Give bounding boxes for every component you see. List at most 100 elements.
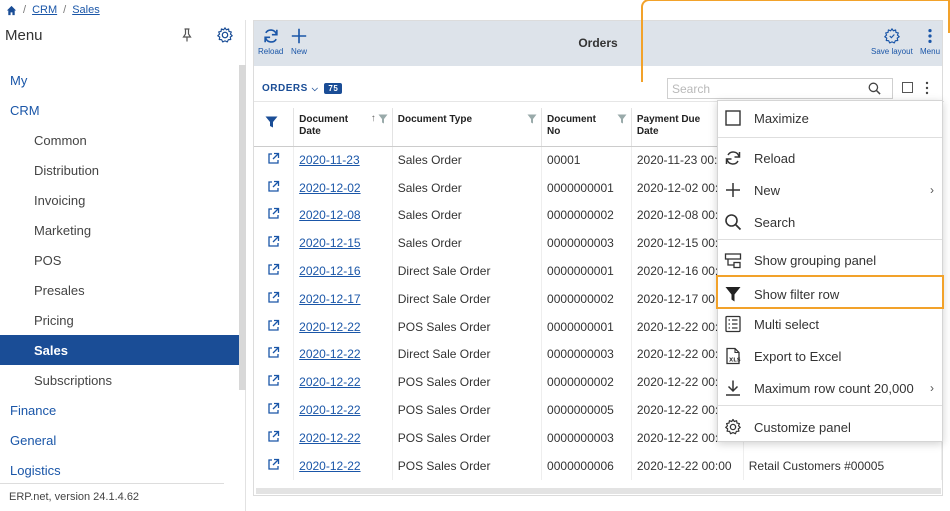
- document-date-link[interactable]: 2020-12-22: [299, 459, 360, 473]
- open-cell[interactable]: [254, 451, 295, 480]
- open-cell[interactable]: [254, 201, 295, 230]
- chevron-down-icon: ⌵: [311, 83, 319, 93]
- sidebar-nav: My CRM Common Distribution Invoicing Marketin…: [0, 65, 239, 485]
- cell-document-no: 00001: [541, 146, 632, 174]
- sidebar-item-general[interactable]: General: [0, 425, 239, 455]
- gear-icon[interactable]: [216, 26, 234, 44]
- column-filter-icon[interactable]: [617, 114, 627, 124]
- sidebar-item-subscriptions[interactable]: Subscriptions: [0, 365, 239, 395]
- menu-item-customize-panel[interactable]: Customize panel: [718, 412, 942, 442]
- menu-item-reload[interactable]: Reload: [718, 143, 942, 173]
- cell-document-type: Direct Sale Order: [392, 257, 543, 285]
- open-link-icon[interactable]: [267, 430, 280, 443]
- sidebar-item-pos[interactable]: POS: [0, 245, 239, 275]
- document-date-link[interactable]: 2020-12-22: [299, 375, 360, 389]
- document-date-link[interactable]: 2020-12-22: [299, 431, 360, 445]
- document-date-link[interactable]: 2020-12-02: [299, 181, 360, 195]
- cell-document-type: Sales Order: [392, 146, 543, 174]
- sidebar-item-distribution[interactable]: Distribution: [0, 155, 239, 185]
- open-cell[interactable]: [254, 284, 295, 313]
- menu-item-search[interactable]: Search: [718, 207, 942, 237]
- document-date-link[interactable]: 2020-12-17: [299, 292, 360, 306]
- document-date-link[interactable]: 2020-12-16: [299, 264, 360, 278]
- document-date-link[interactable]: 2020-12-15: [299, 236, 360, 250]
- open-cell[interactable]: [254, 229, 295, 258]
- sidebar-item-crm[interactable]: CRM: [0, 95, 239, 125]
- grid-name: ORDERS: [262, 83, 308, 94]
- sidebar-item-my[interactable]: My: [0, 65, 239, 95]
- open-link-icon[interactable]: [267, 458, 280, 471]
- open-link-icon[interactable]: [267, 207, 280, 220]
- column-filter-icon[interactable]: [378, 114, 388, 124]
- menu-button[interactable]: Menu: [920, 27, 940, 56]
- grid-kebab-icon[interactable]: [924, 81, 930, 95]
- sidebar-item-presales[interactable]: Presales: [0, 275, 239, 305]
- open-cell[interactable]: [254, 146, 295, 174]
- open-link-icon[interactable]: [267, 263, 280, 276]
- sidebar-item-invoicing[interactable]: Invoicing: [0, 185, 239, 215]
- sidebar-item-finance[interactable]: Finance: [0, 395, 239, 425]
- sidebar-item-marketing[interactable]: Marketing: [0, 215, 239, 245]
- cell-document-type: POS Sales Order: [392, 451, 543, 480]
- filter-column-header[interactable]: [254, 108, 295, 147]
- sidebar-item-logistics[interactable]: Logistics: [0, 455, 239, 485]
- open-cell[interactable]: [254, 257, 295, 285]
- layout-gear-icon: [884, 28, 900, 44]
- column-header-document-no[interactable]: Document No: [541, 108, 632, 147]
- column-header-document-date[interactable]: Document Date ↑: [293, 108, 393, 147]
- sidebar-scrollbar[interactable]: [239, 65, 246, 390]
- open-link-icon[interactable]: [267, 291, 280, 304]
- breadcrumb-crm[interactable]: CRM: [32, 4, 57, 16]
- column-header-label: Payment Due Date: [636, 114, 701, 137]
- menu-item-show-grouping-panel[interactable]: Show grouping panel: [718, 245, 942, 275]
- cell-document-no: 0000000001: [541, 257, 632, 285]
- cell-document-no: 0000000003: [541, 340, 632, 369]
- grid-search-input[interactable]: [668, 81, 868, 96]
- maximize-icon[interactable]: [902, 82, 913, 93]
- search-icon[interactable]: [868, 82, 881, 95]
- open-link-icon[interactable]: [267, 402, 280, 415]
- open-cell[interactable]: [254, 368, 295, 397]
- svg-text:XLS: XLS: [729, 358, 741, 364]
- sort-icon[interactable]: ↑: [371, 113, 376, 125]
- save-layout-button[interactable]: Save layout: [871, 27, 913, 56]
- menu-item-multi-select[interactable]: Multi select: [718, 309, 942, 339]
- document-date-link[interactable]: 2020-12-22: [299, 403, 360, 417]
- breadcrumb-sales[interactable]: Sales: [72, 4, 100, 16]
- horizontal-scrollbar[interactable]: [256, 488, 941, 494]
- document-date-link[interactable]: 2020-12-22: [299, 320, 360, 334]
- cell-document-type: POS Sales Order: [392, 368, 543, 397]
- open-link-icon[interactable]: [267, 235, 280, 248]
- sidebar-item-pricing[interactable]: Pricing: [0, 305, 239, 335]
- menu-item-new[interactable]: New ›: [718, 175, 942, 205]
- document-date-link[interactable]: 2020-12-22: [299, 347, 360, 361]
- table-row[interactable]: 2020-12-22 POS Sales Order 0000000006 2020-…: [254, 451, 943, 480]
- menu-item-maximize[interactable]: Maximize: [718, 103, 942, 133]
- square-icon: [725, 110, 741, 126]
- document-date-link[interactable]: 2020-12-08: [299, 208, 360, 222]
- document-date-link[interactable]: 2020-11-23: [299, 153, 360, 167]
- open-link-icon[interactable]: [267, 319, 280, 332]
- column-header-document-type[interactable]: Document Type: [392, 108, 543, 147]
- pin-icon[interactable]: [180, 27, 194, 43]
- sidebar-header: Menu: [0, 20, 245, 50]
- menu-item-maximum-row-count-20-000[interactable]: Maximum row count 20,000 ›: [718, 373, 942, 403]
- menu-item-show-filter-row[interactable]: Show filter row: [716, 275, 944, 309]
- open-link-icon[interactable]: [267, 180, 280, 193]
- open-cell[interactable]: [254, 312, 295, 341]
- open-cell[interactable]: [254, 173, 295, 202]
- cell-document-no: 0000000001: [541, 312, 632, 341]
- menu-item-export-to-excel[interactable]: XLS Export to Excel: [718, 341, 942, 371]
- home-icon[interactable]: [6, 5, 17, 16]
- grid-name-dropdown[interactable]: ORDERS ⌵ 75: [262, 83, 343, 94]
- open-cell[interactable]: [254, 423, 295, 452]
- sidebar-item-sales[interactable]: Sales: [0, 335, 239, 365]
- open-link-icon[interactable]: [267, 346, 280, 359]
- open-cell[interactable]: [254, 396, 295, 424]
- column-filter-icon[interactable]: [527, 114, 537, 124]
- open-cell[interactable]: [254, 340, 295, 369]
- filter-icon: [265, 116, 278, 128]
- sidebar-item-common[interactable]: Common: [0, 125, 239, 155]
- open-link-icon[interactable]: [267, 152, 280, 165]
- open-link-icon[interactable]: [267, 374, 280, 387]
